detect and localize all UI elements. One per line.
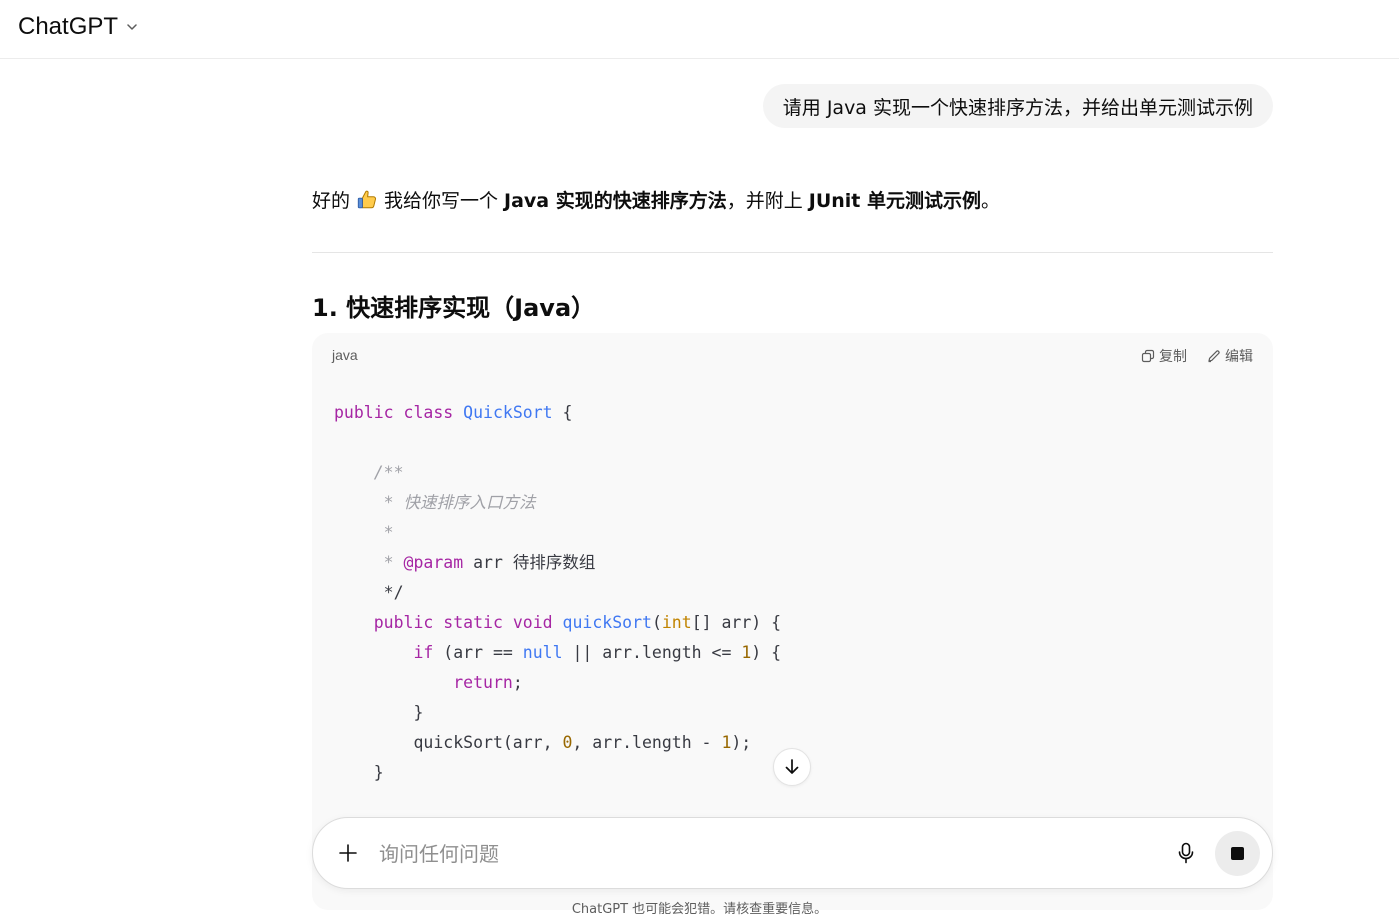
arrow-down-icon — [785, 759, 799, 774]
copy-code-button[interactable]: 复制 — [1141, 346, 1187, 366]
section-heading: 1. 快速排序实现（Java） — [312, 294, 596, 322]
intro-text-2: 我给你写一个 — [384, 190, 499, 212]
scroll-to-bottom-button[interactable] — [773, 748, 811, 786]
prompt-input[interactable] — [377, 834, 1141, 874]
user-message-bubble: 请用 Java 实现一个快速排序方法，并给出单元测试示例 — [762, 84, 1273, 128]
composer — [312, 817, 1273, 889]
intro-bold-2: JUnit 单元测试示例 — [808, 190, 981, 212]
code-line: } — [334, 703, 424, 722]
code-line: public static void quickSort(int[] arr) … — [373, 613, 782, 632]
divider — [312, 252, 1273, 253]
attach-button[interactable] — [331, 836, 365, 870]
edit-label: 编辑 — [1225, 349, 1253, 365]
code-line: if (arr == null || arr.length <= 1) { — [413, 643, 782, 662]
model-selector[interactable]: ChatGPT — [10, 8, 148, 46]
code-line: /** — [373, 463, 404, 482]
stop-generating-button[interactable] — [1215, 831, 1260, 876]
code-line: * — [383, 523, 394, 542]
dictate-button[interactable] — [1169, 836, 1203, 870]
code-line: * 快速排序入口方法 — [383, 493, 536, 512]
code-line: public class QuickSort { — [334, 403, 573, 422]
code-line: } — [334, 763, 384, 782]
intro-text-1: 好的 — [312, 190, 351, 212]
code-language-label: java — [332, 347, 358, 363]
plus-icon — [339, 844, 357, 862]
copy-label: 复制 — [1159, 349, 1187, 365]
user-message-text: 请用 Java 实现一个快速排序方法，并给出单元测试示例 — [782, 96, 1253, 119]
copy-icon — [1141, 349, 1155, 363]
microphone-icon — [1178, 842, 1194, 864]
thumbs-up-emoji-icon — [357, 190, 377, 208]
code-line: quickSort(arr, 0, arr.length - 1); — [334, 733, 752, 752]
stop-icon — [1231, 847, 1244, 860]
intro-text-3: ，并附上 — [726, 190, 803, 212]
code-actions: 复制 编辑 — [1141, 346, 1253, 366]
intro-bold-1: Java 实现的快速排序方法 — [504, 190, 727, 212]
disclaimer: ChatGPT 也可能会犯错。请核查重要信息。 — [571, 902, 828, 917]
top-bar: ChatGPT — [0, 0, 1399, 59]
code-line: return; — [453, 673, 523, 692]
edit-icon — [1208, 350, 1220, 363]
code-line: */ — [383, 583, 404, 602]
edit-code-button[interactable]: 编辑 — [1207, 346, 1253, 366]
code-content: public class QuickSort { /** * 快速排序入口方法 … — [334, 398, 781, 788]
model-name: ChatGPT — [18, 13, 119, 40]
code-line: * @param arr 待排序数组 — [383, 553, 596, 572]
chevron-down-icon — [127, 24, 137, 30]
assistant-intro: 好的 我给你写一个 Java 实现的快速排序方法 ，并附上 JUnit 单元测试… — [312, 186, 1000, 213]
intro-text-4: 。 — [981, 190, 1001, 212]
